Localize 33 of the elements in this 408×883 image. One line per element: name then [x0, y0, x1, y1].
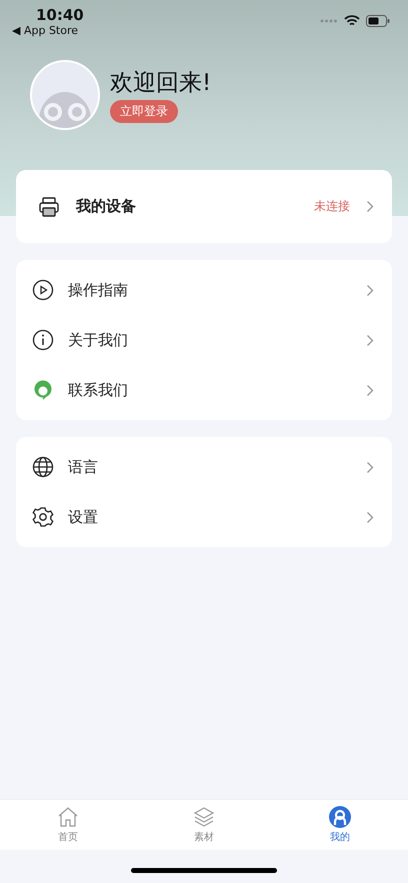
- settings-icon: [32, 506, 54, 528]
- status-time: 10:40: [36, 6, 84, 24]
- tab[interactable]: 素材: [194, 830, 214, 844]
- device-label: 我的设备: [76, 197, 137, 216]
- globe-icon: [32, 456, 54, 478]
- chevron-icon: [366, 284, 374, 296]
- chevron-icon: [366, 334, 374, 346]
- chevron-icon: [366, 200, 374, 213]
- welcome-text: 欢迎回来!: [110, 69, 212, 98]
- tab[interactable]: 我的: [330, 830, 350, 844]
- chevron-icon: [366, 460, 374, 474]
- login-button[interactable]: 立即登录: [110, 100, 178, 123]
- menu-item[interactable]: 设置: [68, 508, 352, 526]
- device-card[interactable]: 我的设备 未连接: [16, 170, 392, 243]
- printer-icon: [38, 196, 60, 218]
- chevron-icon: [366, 510, 374, 524]
- menu-item[interactable]: 语言: [68, 458, 352, 476]
- tab[interactable]: 首页: [58, 830, 78, 844]
- home-icon: [57, 806, 79, 828]
- wifi-icon: [344, 15, 360, 27]
- info-icon: [32, 329, 54, 351]
- chevron-icon: [366, 384, 374, 396]
- signal-icon: [320, 19, 338, 23]
- menu-item[interactable]: 联系我们: [68, 380, 352, 400]
- user-icon: [329, 806, 351, 828]
- back-link[interactable]: ◀ App Store: [12, 24, 78, 37]
- play-icon: [32, 279, 54, 301]
- connection-status: 未连接: [314, 198, 350, 215]
- layers-icon: [193, 806, 215, 828]
- avatar-icon: [30, 60, 100, 130]
- menu-item[interactable]: 关于我们: [68, 330, 352, 350]
- battery-icon: [366, 15, 390, 27]
- menu-item[interactable]: 操作指南: [68, 280, 352, 300]
